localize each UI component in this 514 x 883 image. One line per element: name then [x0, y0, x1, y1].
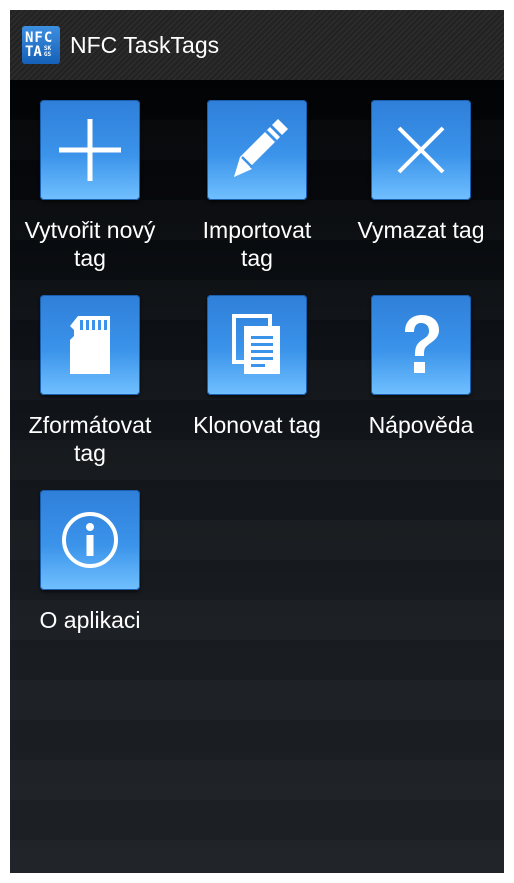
logo-text-top: NFC: [25, 30, 54, 46]
tile-format-tag[interactable]: Zformátovat tag: [10, 295, 170, 467]
tile-icon-box[interactable]: [371, 100, 471, 200]
tile-erase-tag[interactable]: Vymazat tag: [341, 100, 501, 244]
tile-create-tag[interactable]: Vytvořit nový tag: [10, 100, 170, 272]
tile-label: O aplikaci: [39, 607, 141, 633]
x-icon: [397, 126, 445, 174]
tile-icon-box[interactable]: [371, 295, 471, 395]
info-icon: [62, 512, 118, 568]
tile-import-tag[interactable]: Importovat tag: [177, 100, 337, 272]
sd-card-icon: [70, 316, 110, 374]
tile-icon-box[interactable]: [40, 490, 140, 590]
tile-label: Vymazat tag: [357, 217, 485, 243]
logo-text-mini: SKGS: [43, 45, 52, 58]
tile-clone-tag[interactable]: Klonovat tag: [177, 295, 337, 439]
tile-label: Zformátovat tag: [28, 412, 152, 466]
app-logo-icon[interactable]: NFC TA SKGS: [22, 26, 60, 64]
action-bar: NFC TA SKGS NFC TaskTags: [10, 10, 504, 80]
app-screen: NFC TA SKGS NFC TaskTags Vytvořit nový t…: [10, 10, 504, 873]
tile-about[interactable]: O aplikaci: [10, 490, 170, 634]
tile-label: Nápověda: [368, 412, 474, 438]
tile-icon-box[interactable]: [40, 295, 140, 395]
question-mark-icon: [405, 315, 439, 373]
tile-label: Importovat tag: [202, 217, 312, 271]
copy-documents-icon: [232, 314, 280, 374]
tile-icon-box[interactable]: [207, 100, 307, 200]
tile-icon-box[interactable]: [40, 100, 140, 200]
app-title: NFC TaskTags: [70, 31, 220, 58]
logo-text-ta: TA: [25, 44, 42, 60]
logo-text-bottom: TA SKGS: [25, 45, 57, 59]
tile-label: Vytvořit nový tag: [24, 217, 156, 271]
tile-icon-box[interactable]: [207, 295, 307, 395]
pencil-icon: [234, 119, 288, 177]
tile-help[interactable]: Nápověda: [341, 295, 501, 439]
tile-label: Klonovat tag: [193, 412, 321, 438]
plus-icon: [59, 119, 121, 181]
